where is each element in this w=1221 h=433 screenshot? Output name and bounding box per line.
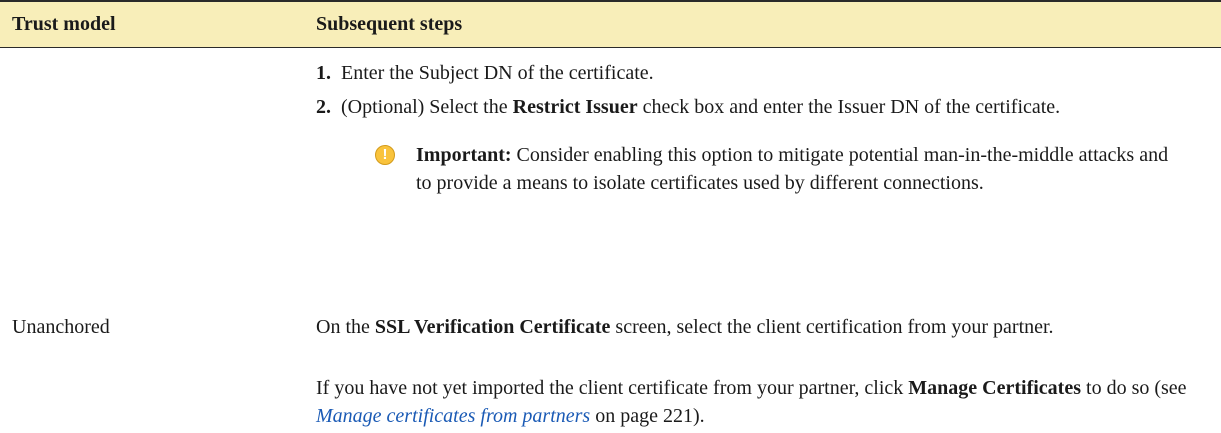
note-text: Consider enabling this option to mitigat… — [416, 144, 1169, 194]
para-text: on page 221). — [590, 405, 705, 427]
para-text: to do so (see — [1081, 377, 1187, 399]
step-item: 2. (Optional) Select the Restrict Issuer… — [316, 93, 1196, 197]
step-text-pre: (Optional) Select the — [341, 96, 513, 118]
row-paragraph: If you have not yet imported the client … — [316, 374, 1196, 430]
steps-list: 1. Enter the Subject DN of the certifica… — [316, 59, 1196, 203]
important-icon: ! — [375, 145, 395, 165]
step-number: 1. — [316, 62, 331, 84]
column-header-subsequent-steps: Subsequent steps — [316, 13, 463, 35]
note-label: Important: — [416, 144, 512, 166]
row-paragraph: On the SSL Verification Certificate scre… — [316, 313, 1196, 341]
column-header-trust-model: Trust model — [12, 13, 116, 35]
table-header-row: Trust model Subsequent steps — [0, 0, 1221, 48]
step-item: 1. Enter the Subject DN of the certifica… — [316, 59, 1196, 87]
para-text: screen, select the client certification … — [610, 316, 1054, 338]
trust-model-cell: Unanchored — [12, 316, 110, 338]
para-text: On the — [316, 316, 375, 338]
paragraph: If you have not yet imported the client … — [316, 374, 1196, 430]
important-note: ! Important: Consider enabling this opti… — [341, 141, 1176, 197]
paragraph: On the SSL Verification Certificate scre… — [316, 313, 1196, 341]
ssl-verification-term: SSL Verification Certificate — [374, 316, 611, 338]
manage-certificates-link[interactable]: Manage certificates from partners — [316, 405, 590, 427]
step-text: Enter the Subject DN of the certificate. — [341, 62, 654, 84]
restrict-issuer-term: Restrict Issuer — [512, 96, 638, 118]
para-text: If you have not yet imported the client … — [316, 377, 909, 399]
manage-certificates-term: Manage Certificates — [908, 377, 1082, 399]
step-text-post: check box and enter the Issuer DN of the… — [637, 96, 1061, 118]
step-number: 2. — [316, 96, 331, 118]
